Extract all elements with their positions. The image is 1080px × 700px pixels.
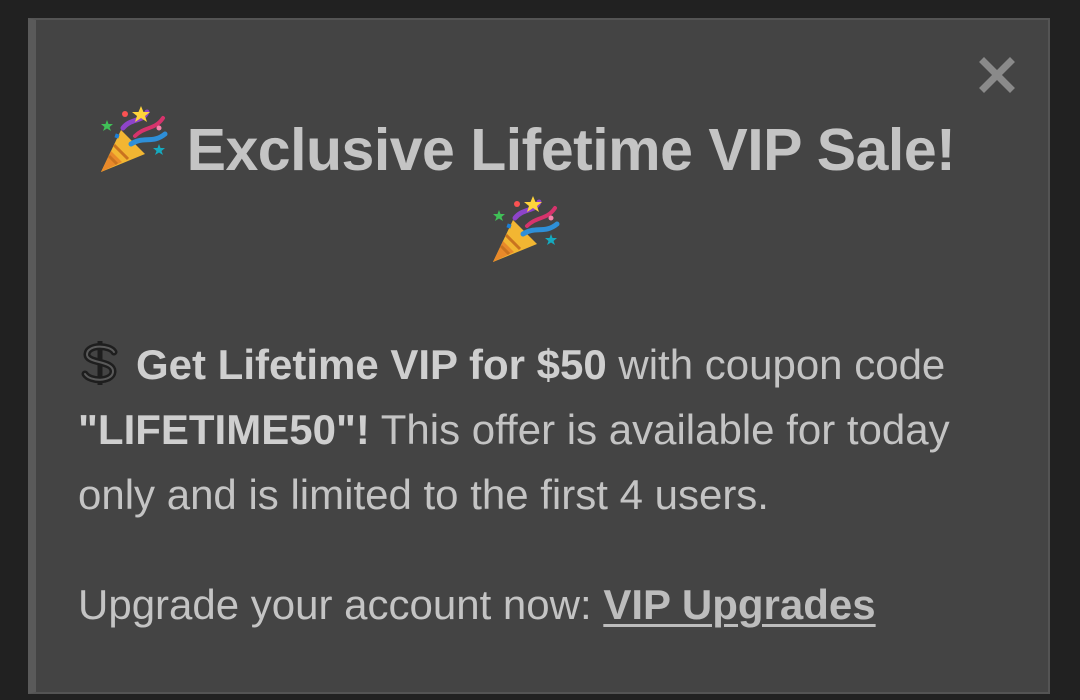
modal-title: Exclusive Lifetime VIP Sale!: [76, 104, 976, 284]
offer-headline: Get Lifetime VIP for $50: [136, 341, 607, 388]
party-popper-icon: [489, 194, 563, 266]
upgrade-prompt: Upgrade your account now:: [78, 581, 604, 628]
vip-upgrades-link[interactable]: VIP Upgrades: [603, 581, 875, 628]
offer-text-coupon-intro: with coupon code: [606, 341, 946, 388]
party-popper-icon: [97, 104, 171, 176]
modal-title-text: Exclusive Lifetime VIP Sale!: [186, 117, 956, 183]
heavy-dollar-sign-icon: [78, 339, 122, 387]
upgrade-line: Upgrade your account now: VIP Upgrades: [78, 572, 876, 637]
close-button[interactable]: [978, 56, 1016, 94]
offer-description: Get Lifetime VIP for $50 with coupon cod…: [78, 332, 1028, 527]
vip-sale-modal: Exclusive Lifetime VIP Sale! Get Lifetim…: [28, 18, 1050, 694]
coupon-code: "LIFETIME50"!: [78, 406, 370, 453]
close-icon: [979, 57, 1015, 93]
